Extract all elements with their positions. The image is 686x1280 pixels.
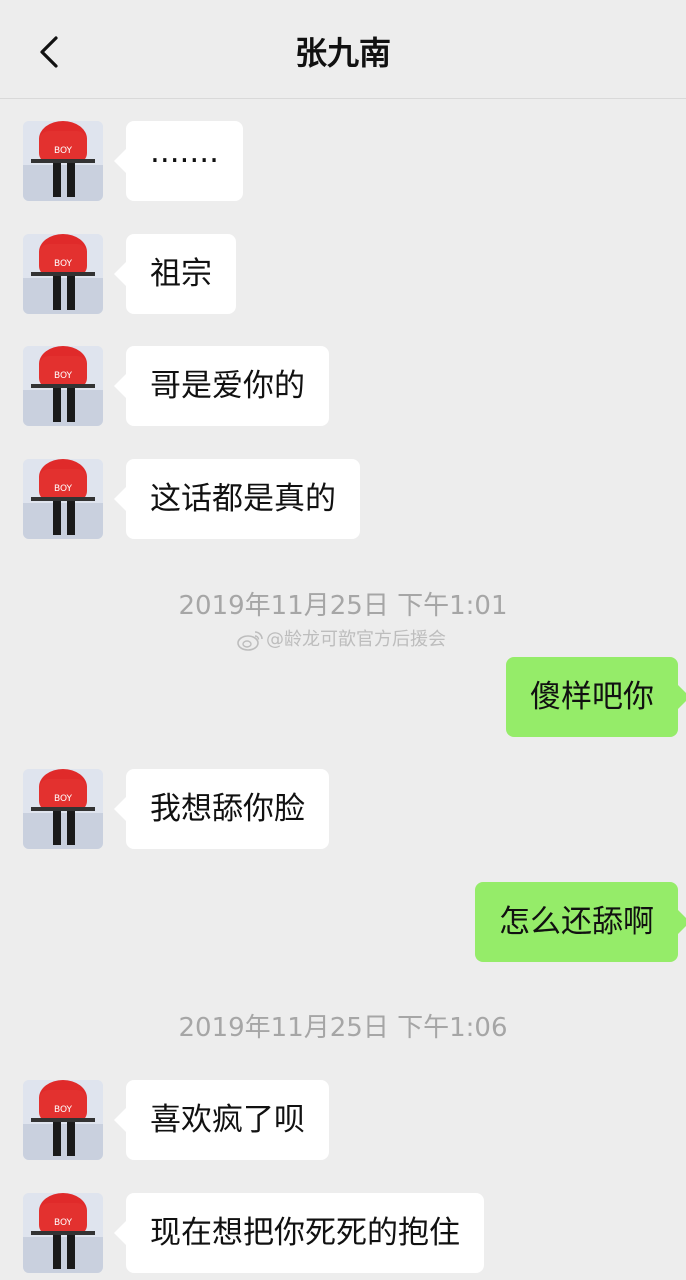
contact-avatar[interactable]: BOY xyxy=(23,346,103,426)
message-row: BOY 哥是爱你的 xyxy=(0,346,686,426)
contact-avatar[interactable]: BOY xyxy=(23,234,103,314)
message-row: 傻样吧你 xyxy=(0,657,686,737)
svg-text:BOY: BOY xyxy=(54,146,73,156)
outgoing-message-bubble[interactable]: 傻样吧你 xyxy=(506,657,686,737)
incoming-message-bubble[interactable]: 我想舔你脸 xyxy=(114,769,329,849)
weibo-icon xyxy=(237,631,263,651)
incoming-message-bubble[interactable]: 这话都是真的 xyxy=(114,459,360,539)
svg-text:BOY: BOY xyxy=(54,1218,73,1228)
contact-avatar[interactable]: BOY xyxy=(23,1080,103,1160)
avatar-image: BOY xyxy=(23,1080,103,1160)
watermark-text: @龄龙可歆官方后援会 xyxy=(266,629,446,650)
svg-text:BOY: BOY xyxy=(54,371,73,381)
message-timestamp: 2019年11月25日 下午1:06 xyxy=(178,1013,508,1043)
contact-avatar[interactable]: BOY xyxy=(23,121,103,201)
outgoing-message-bubble[interactable]: 怎么还舔啊 xyxy=(475,882,686,962)
avatar-image: BOY xyxy=(23,769,103,849)
incoming-message-bubble[interactable]: 祖宗 xyxy=(114,234,236,314)
message-row: BOY ······· xyxy=(0,121,686,201)
avatar-image: BOY xyxy=(23,1193,103,1273)
message-list[interactable]: BOY ······· BOY 祖宗 BOY 哥是爱你的 BOY 这话都是真的 … xyxy=(0,99,686,1280)
message-row: BOY 祖宗 xyxy=(0,234,686,314)
avatar-image: BOY xyxy=(23,459,103,539)
message-row: BOY 喜欢疯了呗 xyxy=(0,1080,686,1160)
chat-title: 张九南 xyxy=(294,34,391,72)
incoming-message-bubble[interactable]: ······· xyxy=(114,121,243,201)
message-row: BOY 这话都是真的 xyxy=(0,459,686,539)
message-timestamp: 2019年11月25日 下午1:01 xyxy=(178,591,508,621)
contact-avatar[interactable]: BOY xyxy=(23,459,103,539)
watermark: @龄龙可歆官方后援会 xyxy=(236,627,476,653)
svg-text:BOY: BOY xyxy=(54,259,73,269)
svg-text:BOY: BOY xyxy=(54,1105,73,1115)
avatar-image: BOY xyxy=(23,346,103,426)
incoming-message-bubble[interactable]: 哥是爱你的 xyxy=(114,346,329,426)
avatar-image: BOY xyxy=(23,234,103,314)
navigation-bar: 张九南 xyxy=(0,0,686,99)
contact-avatar[interactable]: BOY xyxy=(23,1193,103,1273)
message-row: 怎么还舔啊 xyxy=(0,882,686,962)
svg-text:BOY: BOY xyxy=(54,484,73,494)
contact-avatar[interactable]: BOY xyxy=(23,769,103,849)
svg-text:BOY: BOY xyxy=(54,794,73,804)
message-row: BOY 现在想把你死死的抱住 xyxy=(0,1193,686,1273)
avatar-image: BOY xyxy=(23,121,103,201)
incoming-message-bubble[interactable]: 喜欢疯了呗 xyxy=(114,1080,329,1160)
incoming-message-bubble[interactable]: 现在想把你死死的抱住 xyxy=(114,1193,484,1273)
chat-screen: 张九南 BOY ······· BOY 祖宗 BOY 哥是爱你的 BOY 这话都… xyxy=(0,0,686,1280)
message-row: BOY 我想舔你脸 xyxy=(0,769,686,849)
